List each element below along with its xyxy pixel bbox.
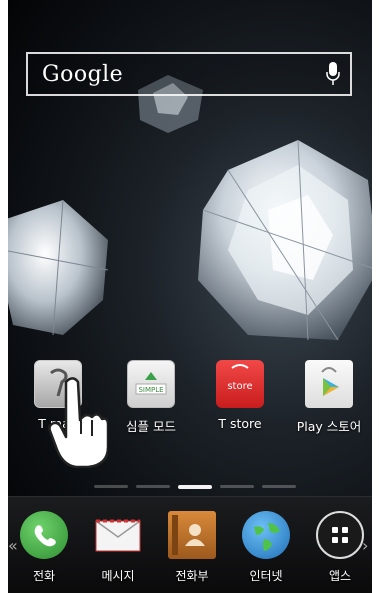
app-label: Play 스토어 bbox=[296, 419, 362, 434]
google-search-bar[interactable]: Google bbox=[26, 52, 352, 96]
page-dot[interactable] bbox=[94, 485, 128, 488]
wallpaper-diamond-right bbox=[198, 139, 372, 341]
wallpaper-diamond-left bbox=[8, 200, 109, 336]
dock-label: 전화 bbox=[32, 569, 56, 583]
simple-icon-text: SIMPLE bbox=[138, 386, 163, 394]
page-dot-active[interactable] bbox=[178, 485, 212, 489]
dock-app-messages[interactable]: 메시지 bbox=[82, 511, 154, 584]
dock: 전화 메시지 전화부 인터넷 앱스 bbox=[8, 496, 372, 593]
google-logo-text: Google bbox=[42, 61, 124, 87]
microphone-icon[interactable] bbox=[326, 62, 340, 86]
page-dot[interactable] bbox=[262, 485, 296, 488]
dock-scroll-left-icon[interactable]: « bbox=[8, 536, 18, 555]
dock-app-internet[interactable]: 인터넷 bbox=[230, 511, 302, 584]
dock-label: 전화부 bbox=[175, 569, 209, 583]
simple-mode-icon: SIMPLE bbox=[127, 360, 175, 408]
dock-app-contacts[interactable]: 전화부 bbox=[156, 511, 228, 584]
dock-scroll-right-icon[interactable]: › bbox=[362, 536, 368, 555]
tstore-icon-text: store bbox=[227, 381, 252, 392]
app-label: 심플 모드 bbox=[126, 419, 176, 434]
app-label: T store bbox=[218, 416, 262, 431]
app-play-store[interactable]: Play 스토어 bbox=[285, 360, 372, 435]
dock-label: 메시지 bbox=[101, 569, 135, 583]
contacts-book-icon bbox=[168, 511, 216, 559]
phone-screen: Google T map SIMPLE 심플 모드 store T store … bbox=[8, 0, 372, 593]
page-dot[interactable] bbox=[220, 485, 254, 488]
pointing-hand-icon bbox=[48, 377, 108, 468]
dock-label: 앱스 bbox=[328, 569, 352, 583]
play-store-icon bbox=[305, 360, 353, 408]
app-simple-mode[interactable]: SIMPLE 심플 모드 bbox=[107, 360, 195, 435]
globe-icon bbox=[242, 511, 290, 559]
page-indicator bbox=[8, 485, 372, 491]
dock-app-phone[interactable]: 전화 bbox=[8, 511, 80, 584]
envelope-icon bbox=[94, 511, 142, 559]
t-store-icon: store bbox=[216, 360, 264, 408]
page-dot[interactable] bbox=[136, 485, 170, 488]
phone-icon bbox=[20, 511, 68, 559]
app-t-store[interactable]: store T store bbox=[196, 360, 284, 431]
apps-grid-icon bbox=[316, 511, 364, 559]
dock-label: 인터넷 bbox=[249, 569, 283, 583]
